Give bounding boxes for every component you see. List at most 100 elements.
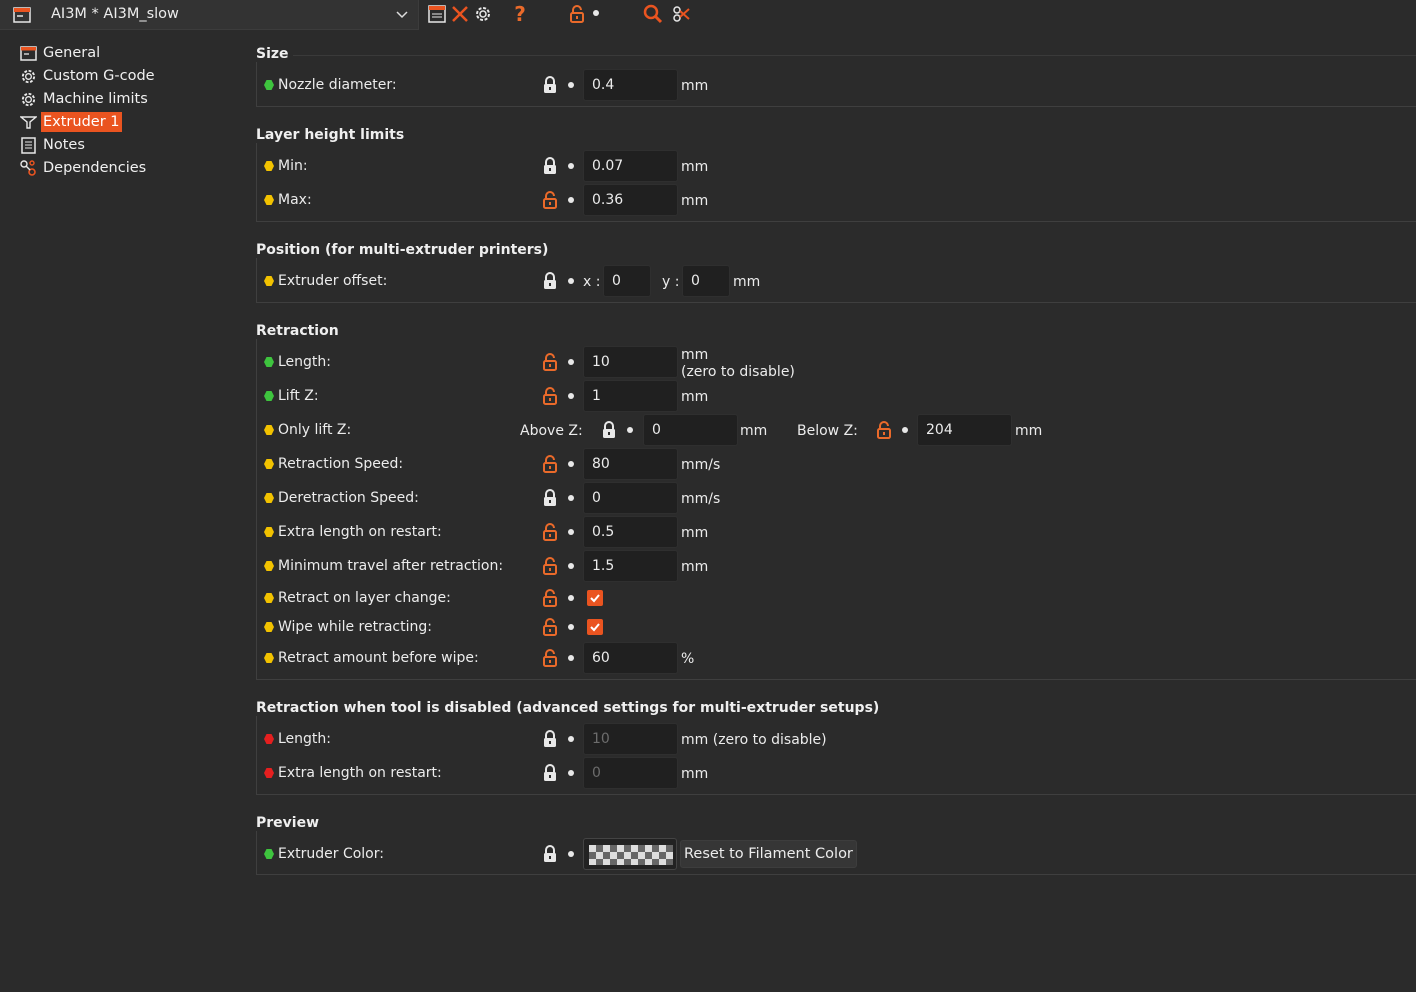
row-label: Max: — [264, 190, 312, 210]
help-button[interactable]: ? — [509, 2, 531, 26]
lock-open-icon[interactable] — [542, 455, 558, 473]
lock-closed-icon[interactable] — [542, 845, 558, 863]
bullet-icon[interactable] — [568, 393, 574, 399]
bullet-icon[interactable] — [568, 163, 574, 169]
compare-presets-button[interactable] — [472, 3, 494, 25]
bullet-icon[interactable] — [627, 427, 633, 433]
checkmark-icon — [590, 623, 600, 632]
retract-layer-change-checkbox[interactable] — [587, 590, 603, 606]
bullet-icon[interactable] — [568, 278, 574, 284]
compare-button[interactable] — [671, 3, 693, 25]
extra-length-input[interactable] — [583, 516, 678, 548]
bullet-icon[interactable] — [568, 624, 574, 630]
lock-closed-icon[interactable] — [542, 76, 558, 94]
lock-closed-icon[interactable] — [542, 489, 558, 507]
lock-open-icon[interactable] — [876, 421, 892, 439]
bullet-icon[interactable] — [568, 495, 574, 501]
row-label: Lift Z: — [264, 386, 319, 406]
lock-closed-icon[interactable] — [542, 764, 558, 782]
lock-open-icon[interactable] — [542, 387, 558, 405]
lock-open-icon[interactable] — [542, 353, 558, 371]
lock-legend-button[interactable] — [566, 3, 588, 25]
status-dot-icon — [264, 493, 274, 503]
transparent-swatch — [589, 845, 673, 865]
section-size — [256, 55, 1416, 107]
bullet-icon[interactable] — [568, 563, 574, 569]
lock-closed-icon[interactable] — [542, 272, 558, 290]
search-button[interactable] — [642, 3, 664, 25]
unit-label: mm — [681, 525, 709, 541]
lock-closed-icon[interactable] — [542, 730, 558, 748]
extruder-offset-x-input[interactable] — [603, 265, 651, 297]
section-title: Retraction — [256, 323, 343, 339]
question-icon: ? — [514, 2, 526, 26]
unit-note: (zero to disable) — [681, 364, 795, 380]
bullet-icon — [593, 10, 599, 16]
above-z-input[interactable] — [643, 414, 738, 446]
nozzle-diameter-input[interactable] — [583, 69, 678, 101]
extra-length-toolchange-input[interactable] — [583, 757, 678, 789]
bullet-icon[interactable] — [568, 359, 574, 365]
section-title: Position (for multi-extruder printers) — [256, 242, 553, 258]
max-layer-height-input[interactable] — [583, 184, 678, 216]
bullet-icon[interactable] — [568, 770, 574, 776]
sidebar-item-extruder-1[interactable]: Extruder 1 — [19, 111, 122, 133]
bullet-icon[interactable] — [902, 427, 908, 433]
bullet-icon[interactable] — [568, 461, 574, 467]
bullet-icon[interactable] — [568, 529, 574, 535]
retraction-speed-input[interactable] — [583, 448, 678, 480]
preset-combo[interactable]: AI3M * AI3M_slow — [0, 0, 419, 30]
status-dot-icon — [264, 561, 274, 571]
row-label: Extruder Color: — [264, 844, 384, 864]
delete-preset-button[interactable] — [449, 3, 471, 25]
below-z-input[interactable] — [917, 414, 1012, 446]
lock-open-icon[interactable] — [542, 191, 558, 209]
chevron-down-icon[interactable] — [396, 8, 408, 24]
unit-label: mm — [681, 559, 709, 575]
row-label: Nozzle diameter: — [264, 75, 397, 95]
bullet-icon[interactable] — [568, 655, 574, 661]
scissors-icon — [673, 6, 690, 22]
retraction-length-input[interactable] — [583, 346, 678, 378]
sidebar-item-dependencies[interactable]: Dependencies — [19, 157, 148, 179]
gear-icon — [476, 7, 490, 21]
retract-length-toolchange-input[interactable] — [583, 723, 678, 755]
row-label: Extra length on restart: — [264, 763, 442, 783]
min-travel-input[interactable] — [583, 550, 678, 582]
reset-to-filament-color-button[interactable]: Reset to Filament Color — [680, 840, 857, 868]
lock-open-icon[interactable] — [542, 523, 558, 541]
bullet-icon[interactable] — [568, 736, 574, 742]
bullet-icon[interactable] — [568, 595, 574, 601]
lock-closed-icon[interactable] — [601, 421, 617, 439]
retract-before-wipe-input[interactable] — [583, 642, 678, 674]
section-title: Retraction when tool is disabled (advanc… — [256, 700, 884, 716]
lock-open-icon[interactable] — [542, 557, 558, 575]
unit-label: mm — [681, 193, 709, 209]
min-layer-height-input[interactable] — [583, 150, 678, 182]
sidebar-item-custom-gcode[interactable]: Custom G-code — [19, 65, 157, 87]
sidebar-item-label: Extruder 1 — [41, 112, 122, 132]
bullet-icon[interactable] — [568, 82, 574, 88]
row-label: Retract on layer change: — [264, 588, 451, 608]
bullet-icon[interactable] — [568, 851, 574, 857]
y-label: y : — [662, 274, 680, 290]
save-preset-button[interactable] — [426, 3, 448, 25]
bullet-icon[interactable] — [568, 197, 574, 203]
lift-z-input[interactable] — [583, 380, 678, 412]
lock-closed-icon[interactable] — [542, 157, 558, 175]
extruder-color-picker[interactable] — [583, 838, 677, 870]
search-icon — [643, 4, 663, 24]
deretraction-speed-input[interactable] — [583, 482, 678, 514]
status-dot-icon — [264, 653, 274, 663]
sidebar-item-general[interactable]: General — [19, 42, 102, 64]
lock-open-icon[interactable] — [542, 589, 558, 607]
extruder-offset-y-input[interactable] — [682, 265, 730, 297]
lock-open-icon[interactable] — [542, 618, 558, 636]
sidebar-item-label: Custom G-code — [43, 68, 155, 84]
unit-label: mm — [740, 423, 768, 439]
sidebar-item-machine-limits[interactable]: Machine limits — [19, 88, 150, 110]
lock-open-icon[interactable] — [542, 649, 558, 667]
wipe-checkbox[interactable] — [587, 619, 603, 635]
below-z-label: Below Z: — [797, 423, 858, 439]
sidebar-item-notes[interactable]: Notes — [19, 134, 87, 156]
